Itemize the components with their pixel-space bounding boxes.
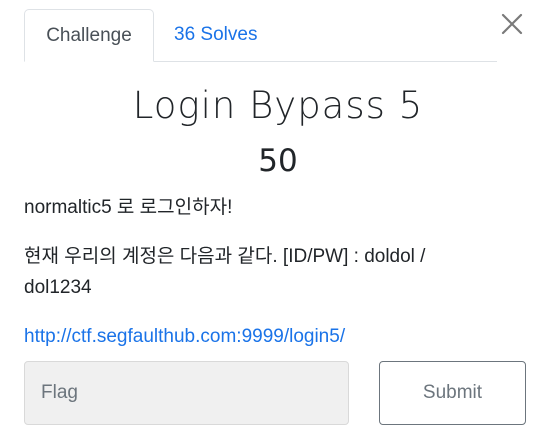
close-icon [501,13,523,35]
tab-challenge[interactable]: Challenge [24,9,154,62]
tab-bar: Challenge 36 Solves [24,8,497,62]
description-line-1: normaltic5 로 로그인하자! [24,197,233,218]
challenge-points: 50 [258,143,298,179]
challenge-modal: Challenge 36 Solves Login Bypass 5 50 no… [0,0,556,440]
submit-button[interactable]: Submit [379,361,526,425]
description-line-2: 현재 우리의 계정은 다음과 같다. [ID/PW] : doldol / do… [24,246,426,298]
tab-solves[interactable]: 36 Solves [154,9,277,61]
flag-input[interactable] [24,361,349,425]
challenge-title: Login Bypass 5 [132,84,424,127]
close-button[interactable] [496,8,528,40]
challenge-url-link[interactable]: http://ctf.segfaulthub.com:9999/login5/ [24,321,345,352]
